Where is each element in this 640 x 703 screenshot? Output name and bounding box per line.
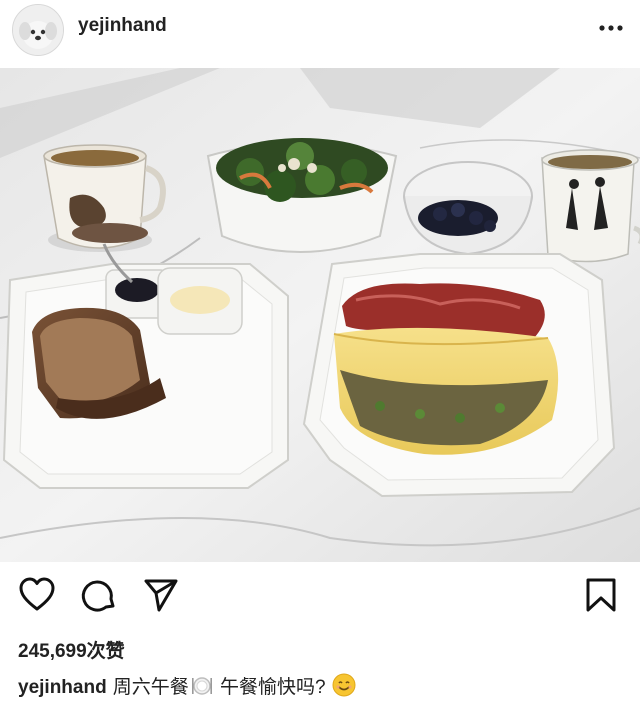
- save-button[interactable]: [582, 576, 620, 614]
- post-username[interactable]: yejinhand: [78, 15, 167, 37]
- breakfast-photo: [0, 68, 640, 562]
- likes-count[interactable]: 245,699次赞: [18, 636, 125, 663]
- post-photo[interactable]: [0, 68, 640, 562]
- post-header: yejinhand: [0, 0, 640, 68]
- send-icon: [144, 579, 178, 612]
- dog-avatar-icon: [13, 5, 63, 55]
- comment-button[interactable]: [80, 576, 118, 614]
- bookmark-icon: [586, 578, 616, 612]
- like-button[interactable]: [18, 576, 56, 614]
- smiling-face-emoji-icon: [332, 673, 356, 703]
- heart-icon: [19, 577, 55, 611]
- avatar[interactable]: [12, 4, 64, 56]
- caption-text-1: 周六午餐: [112, 677, 189, 698]
- caption-username[interactable]: yejinhand: [18, 677, 107, 698]
- plate-cutlery-emoji-icon: [191, 676, 213, 702]
- share-button[interactable]: [142, 576, 180, 614]
- comment-icon: [81, 580, 115, 612]
- more-horizontal-icon: [599, 25, 623, 31]
- post-caption: yejinhand 周六午餐 午餐愉快吗?: [18, 672, 356, 703]
- more-options-button[interactable]: [592, 14, 632, 42]
- post-actions: [0, 562, 640, 622]
- caption-text-2: 午餐愉快吗?: [219, 677, 326, 698]
